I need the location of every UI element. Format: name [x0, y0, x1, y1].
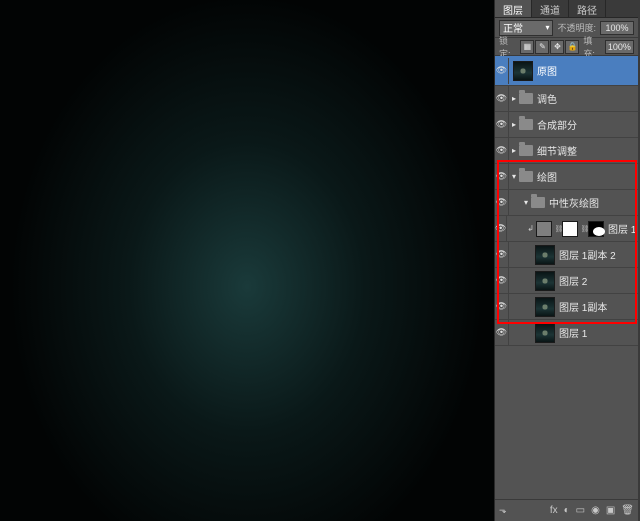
- disclosure-triangle[interactable]: ▸: [509, 146, 519, 155]
- layer-name[interactable]: 图层 1...: [608, 221, 636, 236]
- layer-thumbnail[interactable]: [513, 61, 533, 81]
- folder-icon: [519, 119, 533, 130]
- group-name[interactable]: 细节调整: [537, 143, 577, 158]
- group-name[interactable]: 绘图: [537, 169, 557, 184]
- new-layer-icon[interactable]: ▣: [606, 505, 615, 516]
- group-name[interactable]: 合成部分: [537, 117, 577, 132]
- chevron-down-icon: ▾: [545, 23, 549, 32]
- opacity-label: 不透明度:: [557, 21, 596, 34]
- group-name[interactable]: 调色: [537, 91, 557, 106]
- opacity-field[interactable]: 100%: [600, 21, 634, 35]
- group-paint[interactable]: 👁 ▾ 绘图: [495, 164, 638, 190]
- disclosure-triangle[interactable]: ▾: [521, 198, 531, 207]
- group-detail[interactable]: 👁 ▸ 细节调整: [495, 138, 638, 164]
- lock-position-icon[interactable]: ✥: [550, 40, 564, 54]
- group-name[interactable]: 中性灰绘图: [549, 195, 599, 210]
- sublayer-2[interactable]: 👁 图层 1副本 2: [495, 242, 638, 268]
- group-composite[interactable]: 👁 ▸ 合成部分: [495, 112, 638, 138]
- adjustment-icon[interactable]: ▭: [576, 505, 585, 516]
- visibility-toggle[interactable]: 👁: [495, 242, 509, 268]
- layer-thumbnail[interactable]: [535, 271, 555, 291]
- tab-paths[interactable]: 路径: [569, 0, 606, 17]
- visibility-toggle[interactable]: 👁: [495, 86, 509, 112]
- layer-name[interactable]: 图层 1: [559, 325, 587, 340]
- sublayer-3[interactable]: 👁 图层 2: [495, 268, 638, 294]
- layer-original[interactable]: 👁 原图: [495, 56, 638, 86]
- group-neutral-gray[interactable]: 👁 ▾ 中性灰绘图: [495, 190, 638, 216]
- group-icon[interactable]: ◉: [591, 505, 600, 516]
- link-icon: ⛓: [557, 223, 561, 235]
- visibility-toggle[interactable]: 👁: [495, 268, 509, 294]
- visibility-toggle[interactable]: 👁: [495, 320, 509, 346]
- disclosure-triangle[interactable]: ▸: [509, 94, 519, 103]
- visibility-toggle[interactable]: 👁: [495, 190, 509, 216]
- layer-name[interactable]: 原图: [537, 63, 557, 78]
- trash-icon[interactable]: 🗑: [621, 505, 634, 516]
- layer-thumbnail[interactable]: [535, 297, 555, 317]
- tab-layers[interactable]: 图层: [495, 0, 532, 17]
- visibility-toggle[interactable]: 👁: [495, 294, 509, 320]
- lock-all-icon[interactable]: 🔒: [565, 40, 579, 54]
- clip-indicator-icon: ↲: [527, 224, 534, 233]
- visibility-toggle[interactable]: 👁: [495, 58, 509, 84]
- fill-field[interactable]: 100%: [605, 40, 634, 54]
- visibility-toggle[interactable]: 👁: [495, 112, 509, 138]
- folder-icon: [519, 93, 533, 104]
- layer-thumbnail[interactable]: [536, 221, 552, 237]
- layer-thumbnail[interactable]: [535, 323, 555, 343]
- disclosure-triangle[interactable]: ▾: [509, 172, 519, 181]
- layer-name[interactable]: 图层 2: [559, 273, 587, 288]
- layer-name[interactable]: 图层 1副本 2: [559, 247, 616, 262]
- sublayer-1[interactable]: 👁 ↲ ⛓ ⛓ 图层 1...: [495, 216, 638, 242]
- tab-channels[interactable]: 通道: [532, 0, 569, 17]
- layer-list: 👁 原图 👁 ▸ 调色 👁 ▸ 合成部分 👁 ▸ 细节调整 👁 ▾: [495, 56, 638, 499]
- sublayer-5[interactable]: 👁 图层 1: [495, 320, 638, 346]
- layers-panel: 图层 通道 路径 正常 ▾ 不透明度: 100% 锁定: ▦ ✎ ✥ 🔒 填充:…: [494, 0, 638, 521]
- folder-icon: [531, 197, 545, 208]
- visibility-toggle[interactable]: 👁: [495, 216, 507, 242]
- layer-name[interactable]: 图层 1副本: [559, 299, 607, 314]
- lock-row: 锁定: ▦ ✎ ✥ 🔒 填充: 100%: [495, 38, 638, 56]
- blend-row: 正常 ▾ 不透明度: 100%: [495, 18, 638, 38]
- panel-footer: ⬎ fx ◐ ▭ ◉ ▣ 🗑: [495, 499, 638, 521]
- panel-tabs: 图层 通道 路径: [495, 0, 638, 18]
- visibility-toggle[interactable]: 👁: [495, 164, 509, 190]
- mask-thumbnail[interactable]: [588, 221, 604, 237]
- folder-icon: [519, 145, 533, 156]
- document-canvas[interactable]: [0, 0, 494, 521]
- mask-icon[interactable]: ◐: [564, 505, 570, 516]
- link-icon: ⛓: [583, 223, 587, 235]
- lock-transparent-icon[interactable]: ▦: [520, 40, 534, 54]
- layer-thumbnail[interactable]: [535, 245, 555, 265]
- folder-icon: [519, 171, 533, 182]
- visibility-toggle[interactable]: 👁: [495, 138, 509, 164]
- lock-icons: ▦ ✎ ✥ 🔒: [520, 40, 579, 54]
- disclosure-triangle[interactable]: ▸: [509, 120, 519, 129]
- link-layers-icon[interactable]: ⬎: [499, 505, 507, 516]
- mask-thumbnail[interactable]: [562, 221, 578, 237]
- fx-icon[interactable]: fx: [550, 505, 558, 516]
- sublayer-4[interactable]: 👁 图层 1副本: [495, 294, 638, 320]
- lock-pixels-icon[interactable]: ✎: [535, 40, 549, 54]
- group-color[interactable]: 👁 ▸ 调色: [495, 86, 638, 112]
